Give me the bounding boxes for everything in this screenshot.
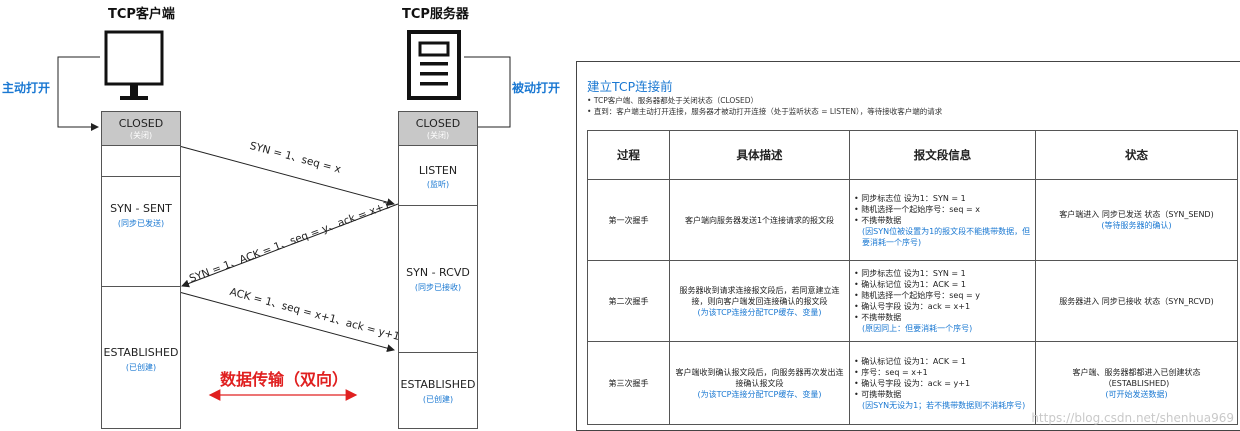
info-item: 确认号字段 设为：ack = x+1 [854,301,1031,312]
info-cell: 同步标志位 设为1：SYN = 1 确认标记位 设为1：ACK = 1 随机选择… [849,260,1036,342]
panel-note-1-text: TCP客户端、服务器都处于关闭状态（CLOSED） [593,96,759,105]
info-note: (因SYN无设为1；若不携带数据则不消耗序号) [862,400,1026,410]
server-state-established: ESTABLISHED (已创建) [399,378,477,405]
panel-note-2-text: 直到：客户端主动打开连接，服务器才被动打开连接（处于监听状态 = LISTEN）… [593,107,943,116]
info-item: 同步标志位 设为1：SYN = 1 [854,268,1031,279]
state-note: (等待服务器的确认) [1101,221,1172,230]
table-row: 第二次握手 服务器收到请求连接报文段后，若同意建立连接，则向客户端发回连接确认的… [587,260,1238,342]
info-note: (因SYN位被设置为1的报文段不能携带数据，但要消耗一个序号) [862,226,1031,247]
info-item: 确认标记位 设为1：ACK = 1 [854,356,1031,367]
desc-cell: 客户端向服务器发送1个连接请求的报文段 [669,179,850,261]
client-established-label: ESTABLISHED [103,346,179,359]
client-state-closed: CLOSED (关闭) [101,111,181,146]
client-syn-sent-sub: (同步已发送) [117,219,165,228]
table-header-row: 过程 具体描述 报文段信息 状态 [587,130,1238,180]
data-transfer-label: 数据传输（双向） [220,370,349,389]
open-arrows [57,56,511,401]
server-syn-rcvd-sub: (同步已接收) [414,283,462,292]
info-item: 不携带数据 [854,215,1031,226]
client-established-sub: (已创建) [125,363,157,372]
server-established-sub: (已创建) [422,395,454,404]
desc-cell: 服务器收到请求连接报文段后，若同意建立连接，则向客户端发回连接确认的报文段 (为… [669,260,850,342]
client-timeline: CLOSED (关闭) SYN - SENT (同步已发送) ESTABLISH… [101,111,181,429]
server-closed-label: CLOSED [415,117,461,130]
info-item: 确认标记位 设为1：ACK = 1 [854,279,1031,290]
column-header: 具体描述 [669,130,850,180]
info-item: 随机选择一个起始序号：seq = y [854,290,1031,301]
server-established-label: ESTABLISHED [400,378,476,391]
info-cell: 同步标志位 设为1：SYN = 1 随机选择一个起始序号：seq = x 不携带… [849,179,1036,261]
step-cell: 第二次握手 [587,260,670,342]
info-cell: 确认标记位 设为1：ACK = 1 序号：seq = x+1 确认号字段 设为：… [849,341,1036,425]
server-listen-label: LISTEN [418,164,458,177]
desc-text: 客户端收到确认报文段后，向服务器再次发出连接确认报文段 [675,367,844,388]
state-text: 服务器进入 同步已接收 状态（SYN_RCVD) [1059,296,1214,306]
server-state-listen: LISTEN (监听) [399,164,477,190]
desc-cell: 客户端收到确认报文段后，向服务器再次发出连接确认报文段 (为该TCP连接分配TC… [669,341,850,425]
client-syn-sent-label: SYN - SENT [110,202,172,215]
info-item: 确认号字段 设为：ack = y+1 [854,378,1031,389]
table-row: 第一次握手 客户端向服务器发送1个连接请求的报文段 同步标志位 设为1：SYN … [587,179,1238,261]
handshake-table: 过程 具体描述 报文段信息 状态 第一次握手 客户端向服务器发送1个连接请求的报… [587,130,1238,425]
state-note: (可开始发送数据) [1105,389,1168,399]
state-cell: 客户端进入 同步已发送 状态（SYN_SEND) (等待服务器的确认) [1035,179,1238,261]
client-state-syn-sent: SYN - SENT (同步已发送) [102,202,180,229]
server-state-syn-rcvd: SYN - RCVD (同步已接收) [399,266,477,293]
step-cell: 第一次握手 [587,179,670,261]
state-cell: 服务器进入 同步已接收 状态（SYN_RCVD) [1035,260,1238,342]
panel-note-2: • 直到：客户端主动打开连接，服务器才被动打开连接（处于监听状态 = LISTE… [587,107,943,116]
desc-note: (为该TCP连接分配TCP缓存、变量) [697,389,822,399]
server-state-closed: CLOSED (关闭) [398,111,478,146]
client-state-established: ESTABLISHED (已创建) [102,346,180,373]
panel-note-1: • TCP客户端、服务器都处于关闭状态（CLOSED） [587,96,759,105]
server-listen-sub: (监听) [426,180,450,189]
info-item: 不携带数据 [854,312,1031,323]
panel-title: 建立TCP连接前 [587,79,673,94]
info-note: (原因同上：但要消耗一个序号) [862,324,973,333]
state-text: 客户端、服务器都都进入已创建状态（ESTABLISHED) [1072,367,1201,388]
info-item: 可携带数据 [854,389,1031,400]
client-closed-label: CLOSED [118,117,164,130]
column-header: 状态 [1035,130,1238,180]
desc-text: 客户端向服务器发送1个连接请求的报文段 [684,215,835,225]
server-timeline: CLOSED (关闭) LISTEN (监听) SYN - RCVD (同步已接… [398,111,478,429]
info-item: 同步标志位 设为1：SYN = 1 [854,193,1031,204]
server-syn-rcvd-label: SYN - RCVD [406,266,470,279]
desc-note: (为该TCP连接分配TCP缓存、变量) [697,307,822,317]
info-item: 序号：seq = x+1 [854,367,1031,378]
server-closed-sub: (关闭) [426,131,450,140]
step-cell: 第三次握手 [587,341,670,425]
client-closed-sub: (关闭) [129,131,153,140]
column-header: 过程 [587,130,670,180]
info-item: 随机选择一个起始序号：seq = x [854,204,1031,215]
state-text: 客户端进入 同步已发送 状态（SYN_SEND) [1059,210,1214,219]
desc-text: 服务器收到请求连接报文段后，若同意建立连接，则向客户端发回连接确认的报文段 [679,285,840,306]
watermark: https://blog.csdn.net/shenhua969 [1031,411,1234,425]
handshake-panel: 建立TCP连接前 • TCP客户端、服务器都处于关闭状态（CLOSED） • 直… [576,61,1240,431]
column-header: 报文段信息 [849,130,1036,180]
